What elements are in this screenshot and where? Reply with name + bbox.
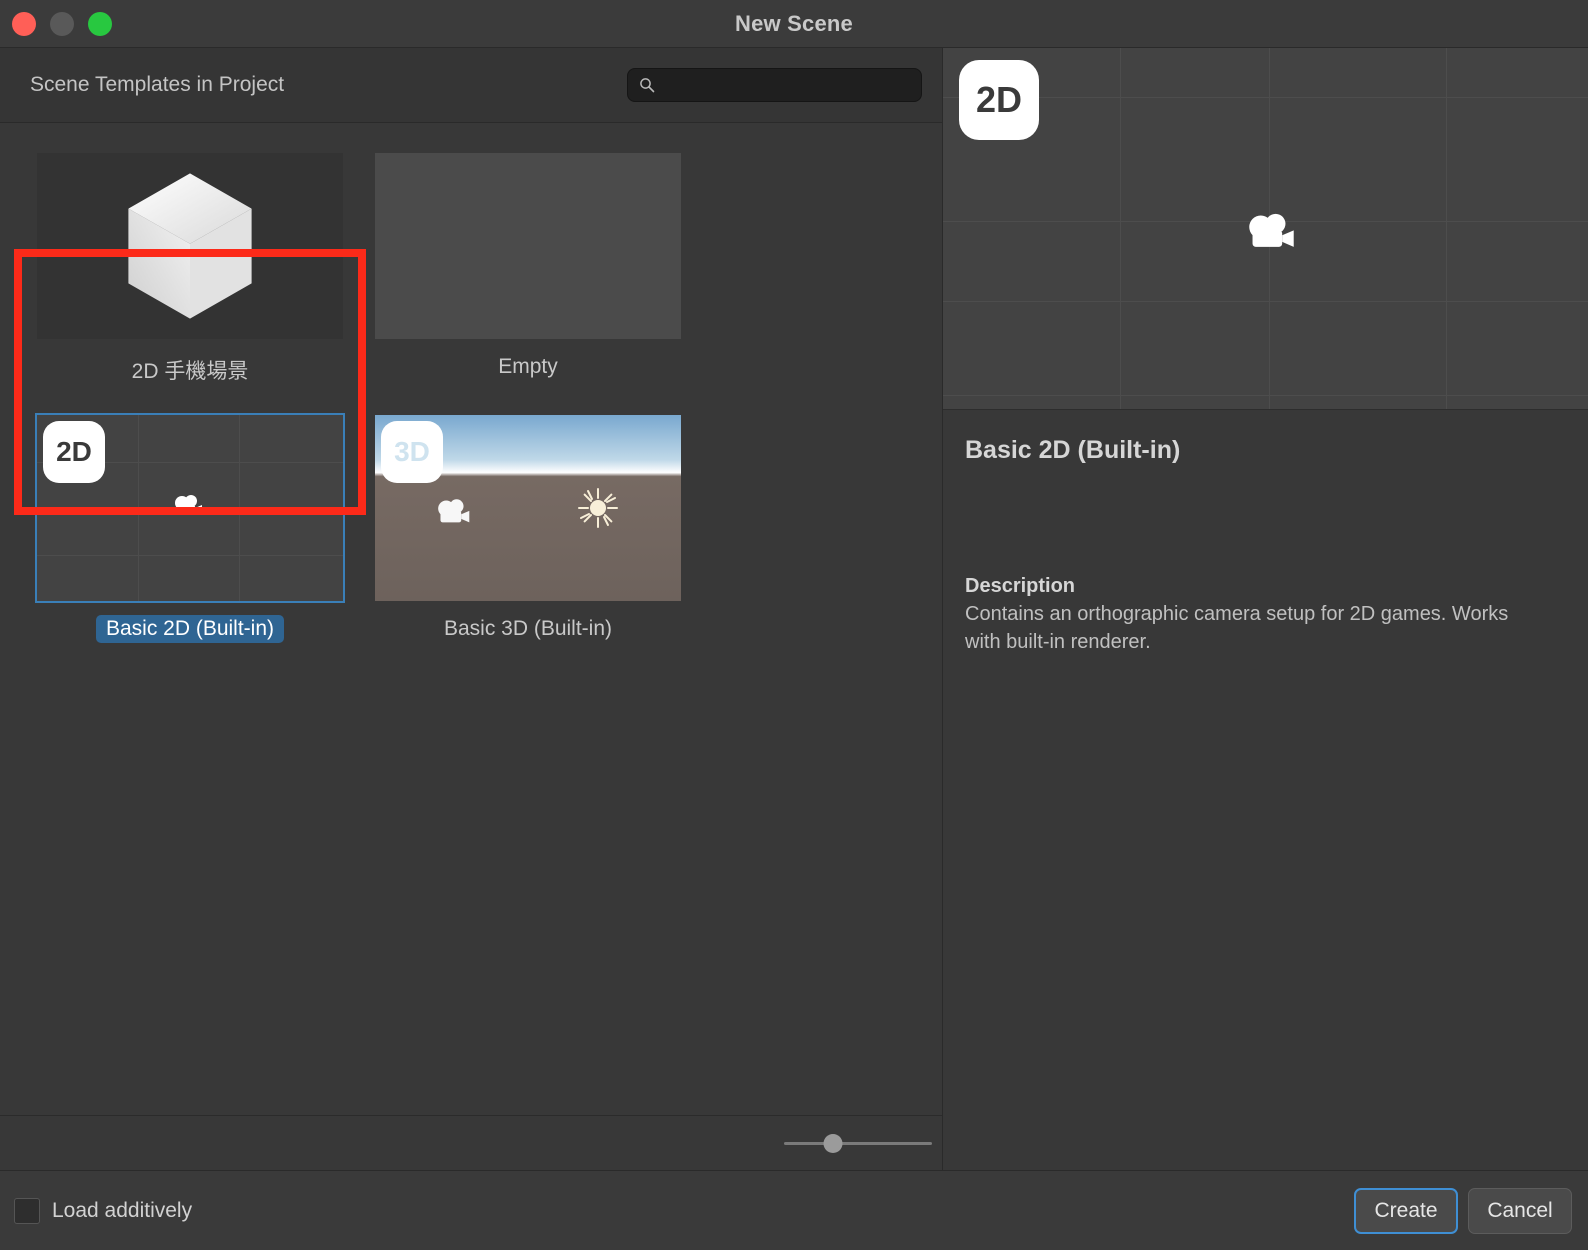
search-input[interactable] bbox=[662, 76, 911, 94]
camera-icon bbox=[174, 495, 202, 516]
template-thumbnail: 2D bbox=[35, 413, 345, 603]
template-preview-image: 2D bbox=[943, 48, 1588, 410]
slider-handle[interactable] bbox=[823, 1133, 843, 1153]
template-label: 2D 手機場景 bbox=[131, 360, 249, 383]
search-field[interactable] bbox=[627, 68, 922, 102]
template-list-panel: Scene Templates in Project 2D 手機場景 Empty… bbox=[0, 48, 943, 1170]
traffic-lights bbox=[12, 11, 112, 36]
thumbnail-size-bar bbox=[0, 1115, 942, 1170]
description-body: Contains an orthographic camera setup fo… bbox=[965, 603, 1509, 654]
dialog-body: Scene Templates in Project 2D 手機場景 Empty… bbox=[0, 48, 1588, 1170]
maximize-button[interactable] bbox=[88, 11, 112, 36]
load-additively-label: Load additively bbox=[52, 1198, 193, 1222]
new-scene-dialog: New Scene Scene Templates in Project 2D … bbox=[0, 0, 1588, 1250]
unity-cube-icon bbox=[128, 173, 252, 319]
template-grid: 2D 手機場景 Empty 2D Basic 2D (Built-in) 3D … bbox=[0, 123, 942, 1115]
template-thumbnail bbox=[375, 153, 681, 339]
template-card-empty[interactable]: Empty bbox=[360, 145, 696, 393]
list-header-title: Scene Templates in Project bbox=[30, 73, 285, 96]
template-dimension-badge: 2D bbox=[43, 421, 105, 483]
template-card-custom-2d[interactable]: 2D 手機場景 bbox=[22, 145, 358, 393]
template-label: Basic 3D (Built-in) bbox=[443, 617, 613, 640]
template-label: Basic 2D (Built-in) bbox=[95, 615, 285, 643]
template-thumbnail: 3D bbox=[375, 415, 681, 601]
template-card-basic-2d[interactable]: 2D Basic 2D (Built-in) bbox=[22, 407, 358, 649]
template-dimension-badge: 3D bbox=[381, 421, 443, 483]
cancel-button[interactable]: Cancel bbox=[1468, 1187, 1572, 1234]
window-title: New Scene bbox=[735, 10, 853, 36]
close-button[interactable] bbox=[12, 11, 36, 36]
window-titlebar: New Scene bbox=[0, 0, 1588, 48]
load-additively-row[interactable]: Load additively bbox=[14, 1197, 193, 1224]
preview-dimension-badge: 2D bbox=[959, 60, 1039, 140]
thumbnail-size-slider[interactable] bbox=[784, 1133, 932, 1153]
template-title: Basic 2D (Built-in) bbox=[965, 436, 1181, 464]
preview-panel: 2D Basic 2D (Built-in) Description Conta… bbox=[943, 48, 1588, 1170]
load-additively-checkbox[interactable] bbox=[14, 1197, 40, 1224]
slider-track bbox=[784, 1141, 932, 1145]
template-details: Basic 2D (Built-in) Description Contains… bbox=[943, 410, 1588, 657]
directional-light-icon bbox=[578, 488, 619, 528]
description-heading: Description bbox=[965, 575, 1076, 597]
template-label: Empty bbox=[498, 355, 558, 378]
dialog-footer: Load additively Create Cancel bbox=[0, 1170, 1588, 1250]
camera-icon bbox=[1248, 213, 1294, 247]
template-card-basic-3d[interactable]: 3D Basic 3D (Built-in) bbox=[360, 407, 696, 649]
search-icon bbox=[640, 78, 655, 93]
footer-buttons: Create Cancel bbox=[1354, 1187, 1572, 1234]
template-thumbnail bbox=[37, 153, 343, 339]
create-button[interactable]: Create bbox=[1354, 1187, 1458, 1234]
camera-icon bbox=[437, 499, 469, 523]
minimize-button[interactable] bbox=[50, 11, 74, 36]
list-header: Scene Templates in Project bbox=[0, 48, 942, 123]
